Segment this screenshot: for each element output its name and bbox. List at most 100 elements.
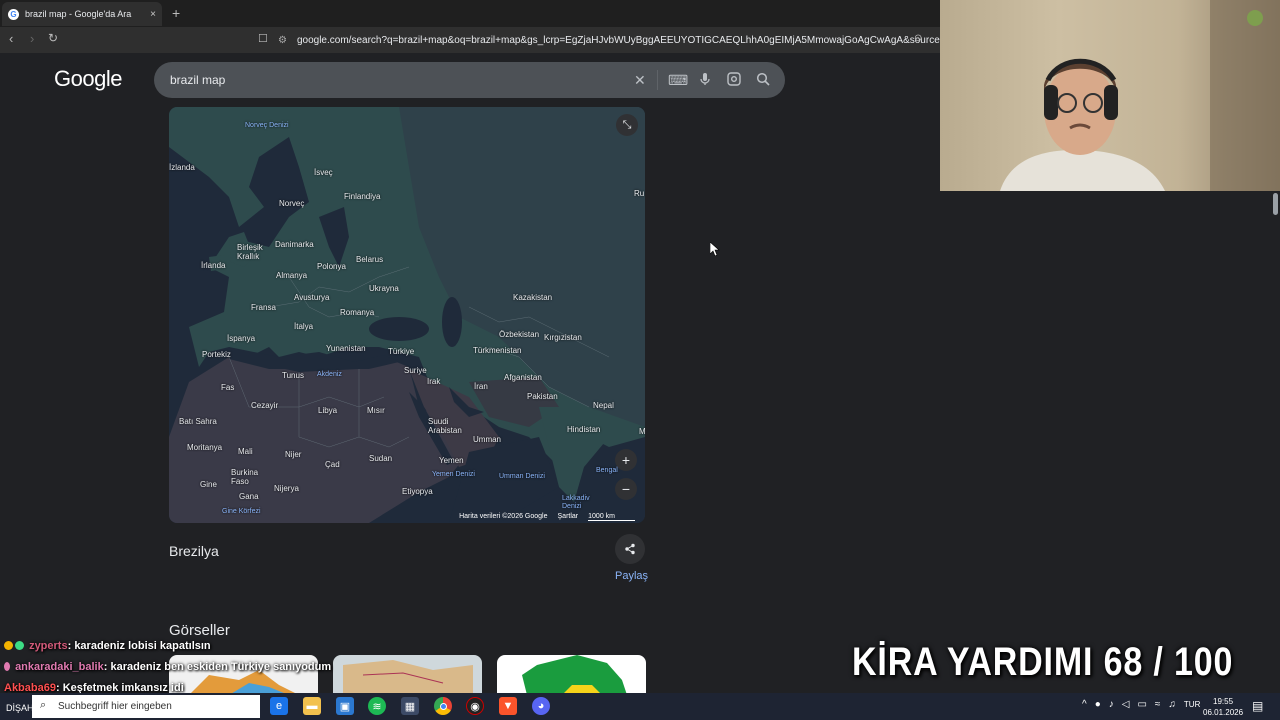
- map-label: Irak: [427, 377, 441, 386]
- volume-icon[interactable]: ◁: [1122, 699, 1130, 710]
- mouse-cursor: [709, 241, 720, 259]
- map-label: M: [639, 427, 645, 436]
- map-label: Gana: [239, 492, 259, 501]
- tray-mic-icon[interactable]: ♪: [1109, 699, 1114, 710]
- search-input[interactable]: brazil map: [154, 62, 785, 98]
- map-label: Lakkadiv Denizi: [562, 495, 590, 510]
- badge-icon: [4, 662, 10, 671]
- chat-message: ankaradaki_balik: karadeniz ben eskiden …: [4, 661, 331, 673]
- map-label: Kırgızistan: [544, 333, 582, 342]
- place-name: Brezilya: [169, 543, 219, 559]
- map-label: Bengal: [596, 467, 618, 474]
- map-label: İzlanda: [169, 163, 195, 172]
- map-label: Portekiz: [202, 350, 231, 359]
- clock[interactable]: 19:55 06.01.2026: [1203, 696, 1243, 718]
- map-terms-link[interactable]: Şartlar: [558, 513, 579, 521]
- mic-icon[interactable]: [699, 72, 711, 89]
- zoom-in-button[interactable]: +: [615, 449, 637, 471]
- images-heading[interactable]: Görseller: [169, 622, 230, 639]
- share-label[interactable]: Paylaş: [615, 570, 648, 582]
- map-label: Birleşik Krallık: [237, 243, 263, 261]
- map-label: İtalya: [294, 322, 314, 331]
- map-label: Fransa: [251, 303, 276, 312]
- map-canvas: [169, 107, 645, 523]
- chat-username: ankaradaki_balik: [15, 661, 104, 673]
- map-label: İran: [474, 382, 488, 391]
- battery-icon[interactable]: ▭: [1137, 699, 1146, 710]
- tab-title: brazil map - Google'da Ara: [25, 9, 132, 19]
- app-icon[interactable]: ▣: [336, 697, 354, 715]
- tab-close-icon[interactable]: ×: [150, 9, 156, 20]
- system-tray: ^ ● ♪ ◁ ▭ ≈ ♫ TUR: [1082, 699, 1200, 710]
- map-widget[interactable]: Norveç Denizi İsveç Finlandiya Norveç Bi…: [169, 107, 645, 523]
- notification-icon[interactable]: ▤: [1252, 699, 1263, 713]
- speaker-icon[interactable]: ♫: [1168, 699, 1176, 710]
- bookmark-icon[interactable]: ☐: [258, 32, 268, 45]
- map-footer: Harita verileri ©2026 Google Şartlar 100…: [459, 513, 635, 521]
- map-label: Burkina Faso: [231, 468, 259, 486]
- recording-app-icon[interactable]: ◉: [466, 697, 484, 715]
- keyboard-icon[interactable]: ⌨: [668, 72, 688, 89]
- brave-icon[interactable]: ▼: [499, 697, 517, 715]
- chat-text: : karadeniz ben eskiden Türkiye sanıyodu…: [103, 661, 332, 673]
- map-label: İspanya: [227, 334, 256, 343]
- taskbar-search-input[interactable]: Suchbegriff hier eingeben: [32, 695, 260, 718]
- map-label: Fas: [221, 383, 235, 392]
- map-label: Finlandiya: [344, 192, 381, 201]
- google-logo[interactable]: Google: [54, 66, 122, 92]
- map-label: Nijer: [285, 450, 302, 459]
- map-label: Gine: [200, 480, 217, 489]
- chrome-icon[interactable]: [434, 697, 452, 715]
- map-label: Akdeniz: [317, 371, 342, 378]
- map-label: Danimarka: [275, 240, 314, 249]
- chat-username: zyperts: [29, 640, 68, 652]
- spotify-icon[interactable]: ≋: [368, 697, 386, 715]
- tray-app-icon[interactable]: ●: [1095, 699, 1101, 710]
- reload-icon[interactable]: ↻: [48, 31, 58, 45]
- clear-search-icon[interactable]: ✕: [634, 72, 646, 89]
- address-bar[interactable]: ⚙ google.com/search?q=brazil+map&oq=braz…: [278, 30, 940, 50]
- map-attribution: Harita verileri ©2026 Google: [459, 513, 548, 520]
- map-label: Pakistan: [527, 392, 558, 401]
- edge-icon[interactable]: e: [270, 697, 288, 715]
- browser-tab[interactable]: G brazil map - Google'da Ara ×: [2, 2, 162, 26]
- file-explorer-icon[interactable]: ▬: [303, 697, 321, 715]
- badge-icon: [15, 641, 24, 650]
- share-button[interactable]: [615, 534, 645, 564]
- map-label: Yemen: [439, 456, 464, 465]
- language-indicator[interactable]: TUR: [1184, 700, 1200, 709]
- map-label: Özbekistan: [499, 330, 540, 339]
- chat-message: zyperts: karadeniz lobisi kapatılsın: [4, 640, 211, 652]
- map-label: Türkmenistan: [473, 346, 522, 355]
- network-icon[interactable]: ≈: [1155, 699, 1161, 710]
- search-icon[interactable]: [756, 72, 770, 89]
- discord-icon[interactable]: ◕: [532, 697, 550, 715]
- page-scrollbar[interactable]: [1271, 191, 1280, 693]
- search-divider: [657, 70, 658, 90]
- lens-icon[interactable]: [727, 72, 741, 89]
- map-label: Ukrayna: [369, 284, 399, 293]
- map-label: Cezayir: [251, 401, 279, 410]
- map-label: Norveç Denizi: [245, 122, 289, 129]
- scrollbar-thumb[interactable]: [1273, 193, 1278, 215]
- location-icon[interactable]: ⊙: [914, 33, 922, 44]
- site-info-icon[interactable]: ⚙: [278, 35, 287, 46]
- map-label: Batı Sahra: [179, 417, 217, 426]
- webcam-overlay: [940, 0, 1280, 191]
- rent-goal-overlay: KİRA YARDIMI 68 / 100: [852, 640, 1234, 684]
- chat-text: : karadeniz lobisi kapatılsın: [67, 640, 211, 652]
- forward-icon[interactable]: ›: [30, 31, 34, 46]
- new-tab-button[interactable]: +: [172, 5, 180, 21]
- image-thumbnail[interactable]: [497, 655, 646, 695]
- map-label: Moritanya: [187, 443, 223, 452]
- map-label: İsveç: [314, 168, 333, 177]
- back-icon[interactable]: ‹: [9, 31, 13, 46]
- collapse-map-icon[interactable]: ⤡: [616, 114, 638, 136]
- calculator-icon[interactable]: ▦: [401, 697, 419, 715]
- image-thumbnail[interactable]: [333, 655, 482, 695]
- map-label: Polonya: [317, 262, 346, 271]
- tray-expand-icon[interactable]: ^: [1082, 699, 1087, 710]
- map-label: Gine Körfezi: [222, 508, 261, 515]
- zoom-out-button[interactable]: −: [615, 478, 637, 500]
- map-label: İrlanda: [201, 261, 226, 270]
